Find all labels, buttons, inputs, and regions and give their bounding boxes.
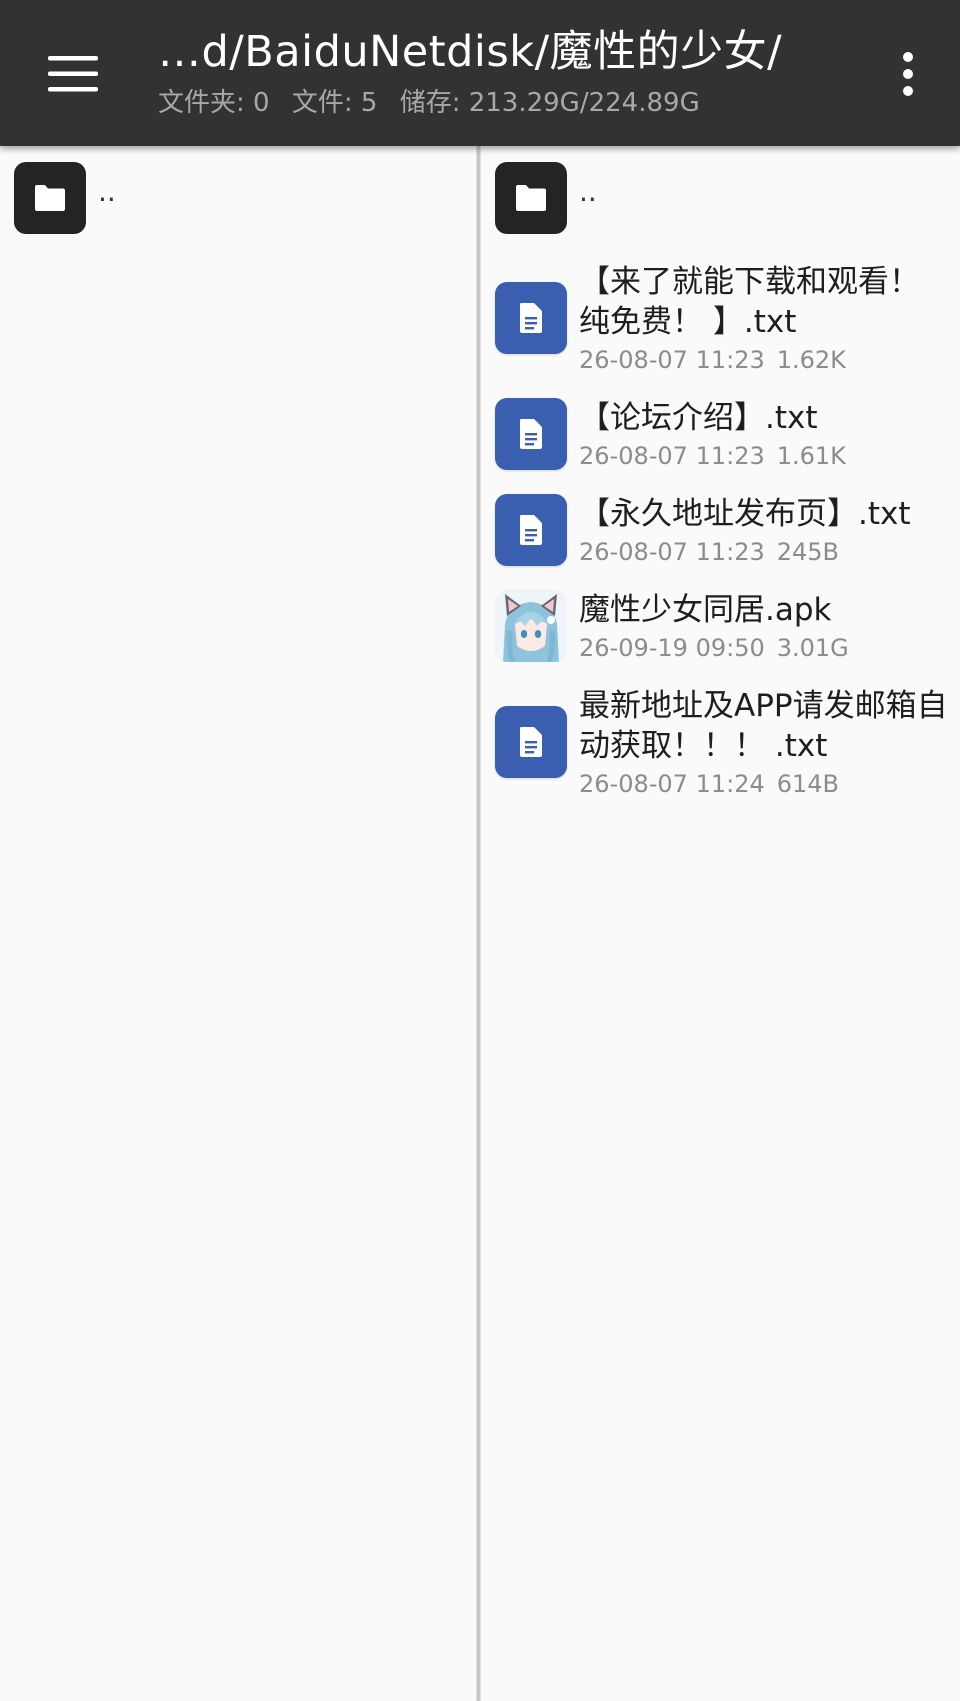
parent-directory-label: .. <box>98 175 116 208</box>
file-meta: 26-08-07 11:23 1.62K <box>579 346 952 374</box>
file-text: 【来了就能下载和观看！ 纯免费！ 】.txt 26-08-07 11:23 1.6… <box>579 262 952 374</box>
list-item[interactable]: 【永久地址发布页】.txt 26-08-07 11:23 245B <box>481 494 960 566</box>
file-size: 3.01G <box>776 634 849 662</box>
top-app-bar: …d/BaiduNetdisk/魔性的少女/ 文件夹: 0 文件: 5 储存: … <box>0 0 960 146</box>
file-meta: 26-08-07 11:23 1.61K <box>579 442 952 470</box>
current-path-title: …d/BaiduNetdisk/魔性的少女/ <box>158 27 783 77</box>
text-file-icon <box>495 494 567 566</box>
file-size: 1.61K <box>776 442 846 470</box>
menu-button[interactable] <box>40 44 106 104</box>
list-item[interactable]: 魔性少女同居.apk 26-09-19 09:50 3.01G <box>481 590 960 662</box>
file-text: 最新地址及APP请发邮箱自动获取！！！ .txt 26-08-07 11:24 6… <box>579 686 952 798</box>
parent-directory-item[interactable]: .. <box>495 162 597 234</box>
file-name: 魔性少女同居.apk <box>579 592 832 628</box>
file-meta: 26-08-07 11:23 245B <box>579 538 952 566</box>
text-file-icon <box>495 282 567 354</box>
file-date: 26-08-07 11:24 <box>579 770 765 798</box>
list-item[interactable]: 【来了就能下载和观看！ 纯免费！ 】.txt 26-08-07 11:23 1.6… <box>481 262 960 374</box>
parent-directory-label: .. <box>579 175 597 208</box>
left-pane: .. <box>0 146 478 1701</box>
file-name: 【永久地址发布页】.txt <box>579 496 911 532</box>
file-list: 【来了就能下载和观看！ 纯免费！ 】.txt 26-08-07 11:23 1.6… <box>481 262 960 822</box>
storage-usage: 储存: 213.29G/224.89G <box>399 88 700 118</box>
folder-count: 文件夹: 0 <box>158 88 270 118</box>
file-name: 【来了就能下载和观看！ 纯免费！ 】.txt <box>579 264 920 340</box>
list-item[interactable]: 最新地址及APP请发邮箱自动获取！！！ .txt 26-08-07 11:24 6… <box>481 686 960 798</box>
more-vert-icon-dot <box>903 86 913 96</box>
more-options-button[interactable] <box>896 44 920 104</box>
file-text: 魔性少女同居.apk 26-09-19 09:50 3.01G <box>579 590 952 662</box>
file-count: 文件: 5 <box>291 88 378 118</box>
file-manager-screen: …d/BaiduNetdisk/魔性的少女/ 文件夹: 0 文件: 5 储存: … <box>0 0 960 1701</box>
more-vert-icon-dot <box>903 69 913 79</box>
folder-icon <box>495 162 567 234</box>
path-title-block: …d/BaiduNetdisk/魔性的少女/ 文件夹: 0 文件: 5 储存: … <box>158 20 858 118</box>
file-text: 【永久地址发布页】.txt 26-08-07 11:23 245B <box>579 494 952 566</box>
file-date: 26-09-19 09:50 <box>579 634 765 662</box>
file-date: 26-08-07 11:23 <box>579 346 765 374</box>
file-text: 【论坛介绍】.txt 26-08-07 11:23 1.61K <box>579 398 952 470</box>
file-name: 【论坛介绍】.txt <box>579 400 818 436</box>
file-size: 1.62K <box>776 346 846 374</box>
file-meta: 26-08-07 11:24 614B <box>579 770 952 798</box>
more-vert-icon <box>903 52 913 62</box>
text-file-icon <box>495 398 567 470</box>
pane-divider[interactable] <box>476 146 481 1701</box>
right-pane: .. 【来了就能下载和观看！ 纯免费！ 】.txt 26-08-07 11:23 <box>481 146 960 1701</box>
file-size: 245B <box>776 538 840 566</box>
file-date: 26-08-07 11:23 <box>579 538 765 566</box>
folder-icon <box>14 162 86 234</box>
app-thumbnail-icon <box>495 590 567 662</box>
file-meta: 26-09-19 09:50 3.01G <box>579 634 952 662</box>
list-item[interactable]: 【论坛介绍】.txt 26-08-07 11:23 1.61K <box>481 398 960 470</box>
parent-directory-item[interactable]: .. <box>14 162 116 234</box>
text-file-icon <box>495 706 567 778</box>
file-name: 最新地址及APP请发邮箱自动获取！！！ .txt <box>579 688 948 764</box>
file-date: 26-08-07 11:23 <box>579 442 765 470</box>
directory-stats: 文件夹: 0 文件: 5 储存: 213.29G/224.89G <box>158 88 858 118</box>
file-size: 614B <box>776 770 840 798</box>
hamburger-menu-icon <box>48 56 98 92</box>
